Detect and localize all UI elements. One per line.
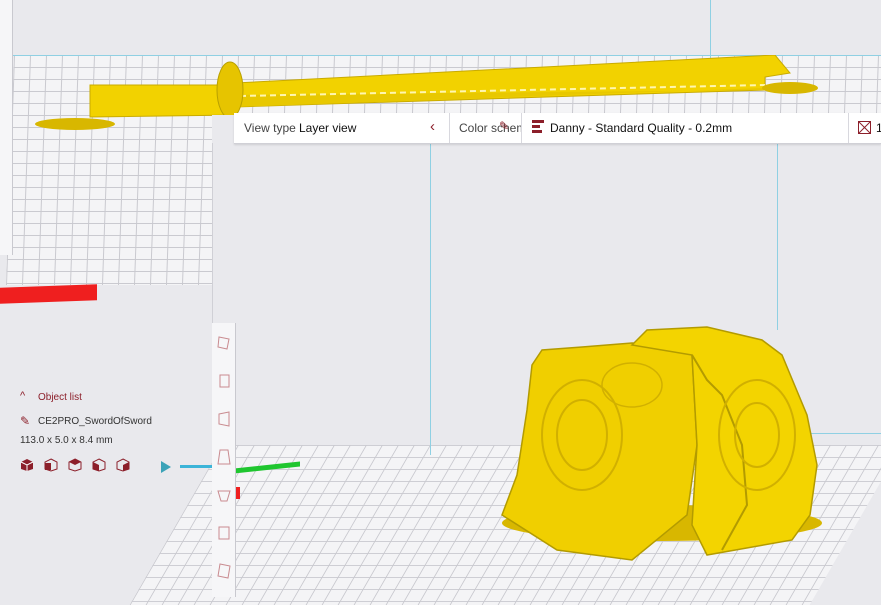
plate-edge-line xyxy=(430,115,431,455)
toolbar-separator xyxy=(521,113,522,143)
x-axis-bar xyxy=(0,284,97,304)
move-tool-icon[interactable] xyxy=(217,335,231,351)
front-viewport xyxy=(129,115,881,605)
toolbar-right-value: 1 xyxy=(876,121,881,135)
mirror-tool-icon[interactable] xyxy=(217,449,231,465)
view-top-icon[interactable] xyxy=(68,458,82,472)
object-name[interactable]: CE2PRO_SwordOfSword xyxy=(38,416,152,427)
tool-strip xyxy=(212,323,236,597)
sword-model-closeup xyxy=(501,326,822,561)
back-plate-edge xyxy=(710,0,711,60)
front-left-edge xyxy=(212,143,213,323)
profile-icon xyxy=(532,120,544,133)
pencil-icon[interactable]: ✎ xyxy=(499,119,509,133)
scale-tool-icon[interactable] xyxy=(217,373,231,389)
view-type-label: View type xyxy=(244,121,296,135)
view-front-icon[interactable] xyxy=(44,458,58,472)
back-left-strip xyxy=(0,0,13,255)
view-type-value[interactable]: Layer view xyxy=(299,121,356,135)
object-list-panel: ^ Object list ✎ CE2PRO_SwordOfSword 113.… xyxy=(0,385,210,485)
toolbar-separator xyxy=(449,113,450,143)
connector-line xyxy=(180,465,212,468)
support-tool-icon[interactable] xyxy=(217,525,231,541)
view-toolbar: View type Layer view ‹ Color scheme ✎ Da… xyxy=(234,113,881,144)
play-icon[interactable] xyxy=(160,461,172,473)
layer-tool-icon[interactable] xyxy=(217,563,231,579)
chevron-left-icon[interactable]: ‹ xyxy=(430,118,435,135)
per-model-tool-icon[interactable] xyxy=(217,487,231,503)
print-profile-value[interactable]: Danny - Standard Quality - 0.2mm xyxy=(550,121,732,135)
pencil-icon[interactable]: ✎ xyxy=(20,414,30,428)
view-right-icon[interactable] xyxy=(116,458,130,472)
chevron-up-icon[interactable]: ^ xyxy=(20,390,25,402)
build-plate-icon[interactable] xyxy=(858,121,871,134)
object-list-header[interactable]: Object list xyxy=(38,392,82,403)
object-dimensions: 113.0 x 5.0 x 8.4 mm xyxy=(20,435,113,446)
view-3d-icon[interactable] xyxy=(20,458,34,472)
color-scheme-label[interactable]: Color scheme xyxy=(459,121,521,135)
view-left-icon[interactable] xyxy=(92,458,106,472)
plate-edge-line xyxy=(777,115,778,330)
toolbar-separator xyxy=(848,113,849,143)
rotate-tool-icon[interactable] xyxy=(217,411,231,427)
